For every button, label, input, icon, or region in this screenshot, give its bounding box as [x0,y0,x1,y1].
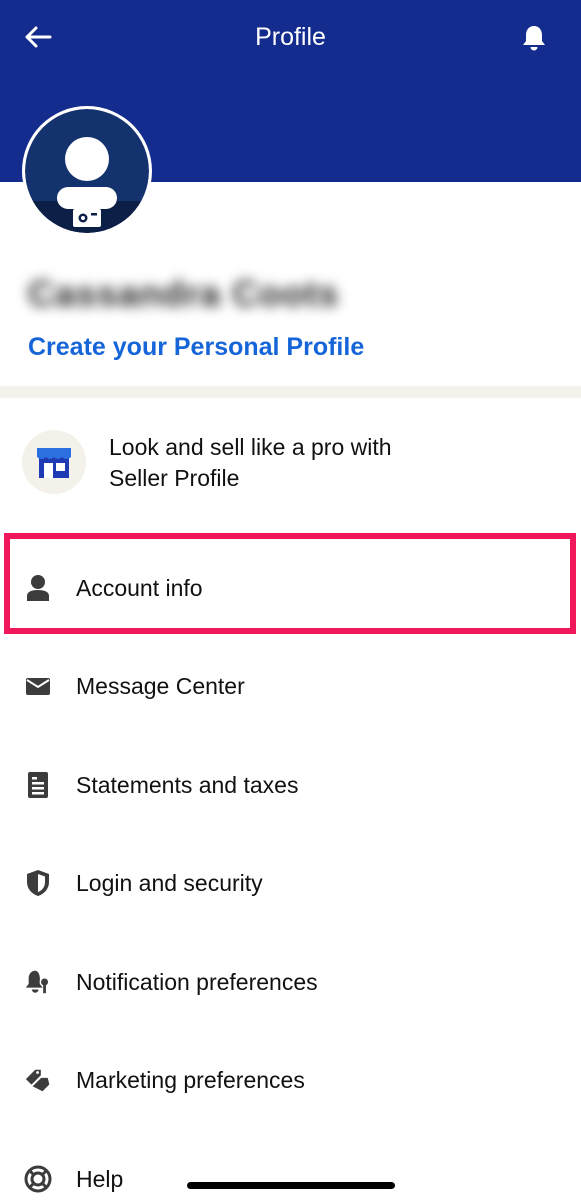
seller-promo-line2: Seller Profile [109,465,240,491]
menu-item-label: Marketing preferences [76,1067,305,1093]
profile-avatar[interactable] [22,106,152,236]
menu-item-login-security[interactable]: Login and security [0,843,581,923]
menu-item-notification-preferences[interactable]: Notification preferences [0,942,581,1022]
shield-icon [24,869,52,897]
page-title: Profile [255,23,326,51]
camera-icon [73,209,101,227]
seller-promo-text: Look and sell like a pro with Seller Pro… [109,432,549,494]
envelope-icon [24,672,52,700]
seller-profile-promo[interactable]: Look and sell like a pro with Seller Pro… [0,414,581,514]
menu-item-help[interactable]: Help [0,1139,581,1200]
menu-item-label: Notification preferences [76,969,318,995]
seller-promo-line1: Look and sell like a pro with [109,434,392,460]
menu-item-message-center[interactable]: Message Center [0,646,581,726]
menu-item-label: Login and security [76,870,263,896]
home-indicator[interactable] [187,1182,395,1189]
menu-item-marketing-preferences[interactable]: Marketing preferences [0,1040,581,1120]
menu-item-label: Account info [76,575,203,601]
profile-name: Cassandra Coots [28,273,340,314]
avatar-icon [25,109,149,233]
menu-item-statements[interactable]: Statements and taxes [0,745,581,825]
create-profile-link[interactable]: Create your Personal Profile [28,331,364,363]
document-icon [24,771,52,799]
notifications-button[interactable] [516,20,552,56]
lifebuoy-icon [24,1165,52,1193]
storefront-icon [22,430,86,494]
section-divider [0,386,581,398]
menu-item-label: Statements and taxes [76,772,299,798]
bell-gear-icon [24,968,52,996]
menu-item-label: Help [76,1166,124,1192]
menu-item-label: Message Center [76,673,245,699]
bell-icon [523,26,545,51]
menu-item-account-info[interactable]: Account info [0,548,581,628]
tags-icon [24,1066,52,1094]
person-icon [24,574,52,602]
